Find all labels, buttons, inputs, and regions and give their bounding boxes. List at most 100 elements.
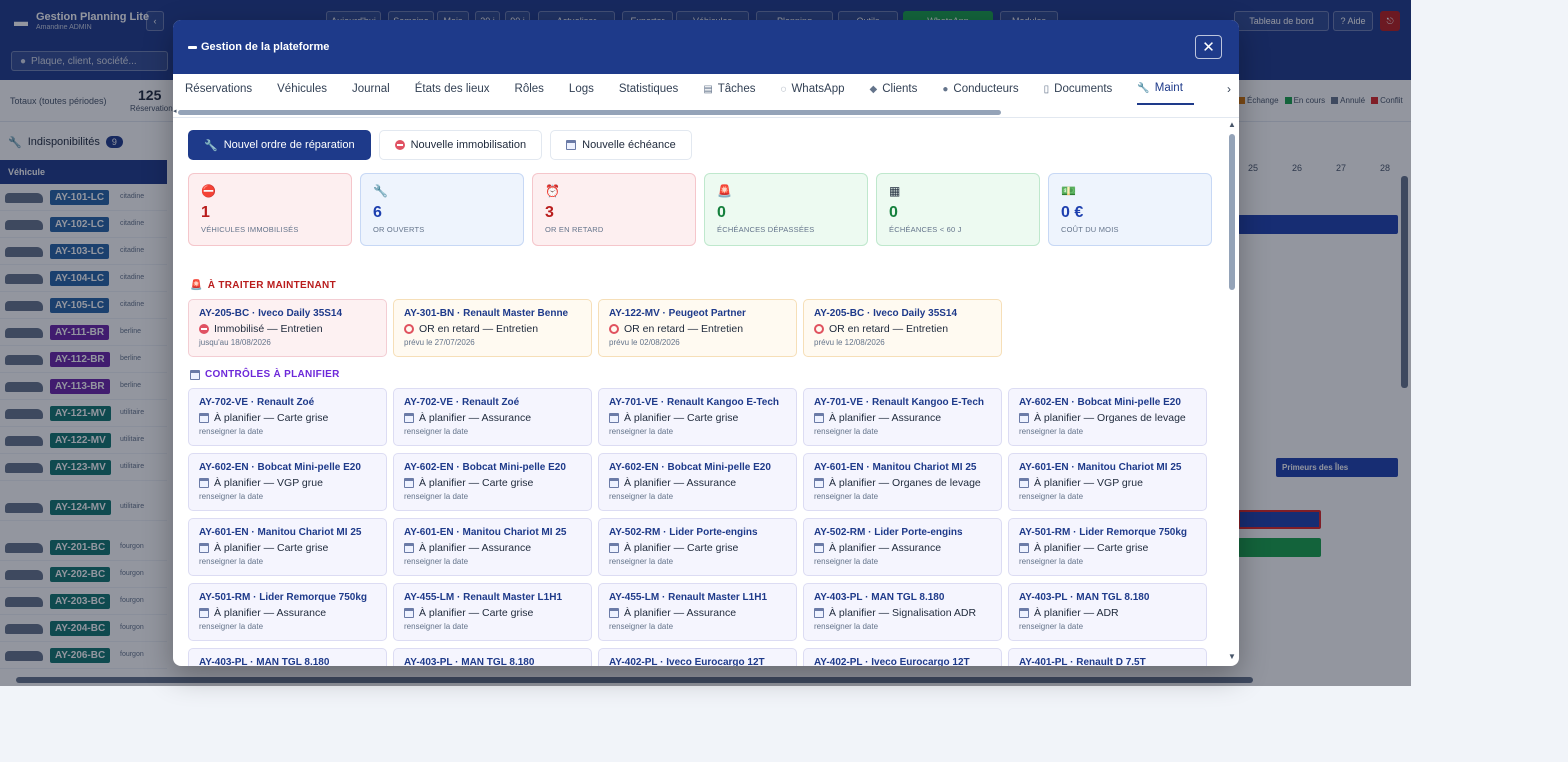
wrench-icon: 🔧 xyxy=(373,184,388,198)
stat-value: 0 xyxy=(889,204,898,221)
card-note: renseigner la date xyxy=(199,492,264,501)
tab-t-ches[interactable]: ▤ Tâches xyxy=(703,82,766,105)
maintenance-card[interactable]: AY-301-BN · Renault Master Benne OR en re… xyxy=(393,299,592,357)
modal-header: Gestion de la plateforme ✕ xyxy=(173,20,1239,74)
maintenance-card[interactable]: AY-403-PL · MAN TGL 8.180À planifier — A… xyxy=(393,648,592,666)
maintenance-card[interactable]: AY-602-EN · Bobcat Mini-pelle E20 À plani… xyxy=(188,453,387,511)
close-button[interactable]: ✕ xyxy=(1195,35,1222,59)
scroll-down-icon[interactable]: ▼ xyxy=(1228,652,1236,661)
card-title: AY-301-BN · Renault Master Benne xyxy=(404,308,569,319)
card-title: AY-402-PL · Iveco Eurocargo 12T xyxy=(609,657,765,666)
maintenance-card[interactable]: AY-602-EN · Bobcat Mini-pelle E20 À plani… xyxy=(598,453,797,511)
card-status: À planifier — Assurance xyxy=(404,542,581,554)
tab-v-hicules[interactable]: Véhicules xyxy=(277,82,338,105)
maintenance-card[interactable]: AY-402-PL · Iveco Eurocargo 12TÀ planifi… xyxy=(598,648,797,666)
card-status-text: À planifier — Carte grise xyxy=(624,542,739,554)
new-deadline-button[interactable]: Nouvelle échéance xyxy=(550,130,692,160)
tab-documents[interactable]: ▯ Documents xyxy=(1044,82,1124,105)
maintenance-card[interactable]: AY-502-RM · Lider Porte-engins À planifie… xyxy=(803,518,1002,576)
maintenance-card[interactable]: AY-402-PL · Iveco Eurocargo 12TÀ planifi… xyxy=(803,648,1002,666)
maintenance-card[interactable]: AY-501-RM · Lider Remorque 750kg À planif… xyxy=(1008,518,1207,576)
calendar-icon xyxy=(609,478,619,488)
stat-card: 💵 0 € Coût du mois xyxy=(1048,173,1212,246)
tab-whatsapp[interactable]: ◌ WhatsApp xyxy=(780,82,855,105)
maintenance-card[interactable]: AY-403-PL · MAN TGL 8.180À planifier — C… xyxy=(188,648,387,666)
maintenance-card[interactable]: AY-455-LM · Renault Master L1H1 À planifi… xyxy=(598,583,797,641)
tab-r-les[interactable]: Rôles xyxy=(515,82,555,105)
siren-icon: 🚨 xyxy=(190,280,203,291)
card-status-text: À planifier — Carte grise xyxy=(624,412,739,424)
card-status: À planifier — ADR xyxy=(1019,607,1196,619)
siren-icon: 🚨 xyxy=(717,184,732,198)
tab-statistiques[interactable]: Statistiques xyxy=(619,82,689,105)
card-title: AY-402-PL · Iveco Eurocargo 12T xyxy=(814,657,970,666)
maintenance-card[interactable]: AY-502-RM · Lider Porte-engins À planifie… xyxy=(598,518,797,576)
tab--tats-des-lieux[interactable]: États des lieux xyxy=(415,82,501,105)
new-immobilisation-button[interactable]: Nouvelle immobilisation xyxy=(378,130,543,160)
card-title: AY-455-LM · Renault Master L1H1 xyxy=(609,592,768,603)
maintenance-card[interactable]: AY-701-VE · Renault Kangoo E-Tech À plani… xyxy=(803,388,1002,446)
scroll-up-icon[interactable]: ▲ xyxy=(1228,120,1236,129)
maintenance-card[interactable]: AY-122-MV · Peugeot Partner OR en retard … xyxy=(598,299,797,357)
modal-scrollbar[interactable]: ▲ ▼ xyxy=(1227,118,1237,666)
tab-scroll-right[interactable]: › xyxy=(1227,82,1239,96)
maintenance-card[interactable]: AY-401-PL · Renault D 7.5TÀ planifier — … xyxy=(1008,648,1207,666)
maintenance-card[interactable]: AY-403-PL · MAN TGL 8.180 À planifier — S… xyxy=(803,583,1002,641)
tab-conducteurs[interactable]: ● Conducteurs xyxy=(942,82,1029,105)
maintenance-card[interactable]: AY-601-EN · Manitou Chariot MI 25 À plani… xyxy=(1008,453,1207,511)
card-title: AY-205-BC · Iveco Daily 35S14 xyxy=(814,308,958,319)
card-title: AY-455-LM · Renault Master L1H1 xyxy=(404,592,563,603)
calendar-icon xyxy=(199,608,209,618)
chevron-right-icon: › xyxy=(1227,82,1231,96)
tab-label: Tâches xyxy=(717,83,756,95)
new-repair-order-button[interactable]: 🔧 Nouvel ordre de réparation xyxy=(188,130,371,160)
stat-label: Échéances dépassées xyxy=(717,225,815,234)
card-status: À planifier — Organes de levage xyxy=(1019,412,1196,424)
stat-value: 0 € xyxy=(1061,204,1084,221)
card-status: À planifier — Assurance xyxy=(609,607,786,619)
maintenance-card[interactable]: AY-455-LM · Renault Master L1H1 À planifi… xyxy=(393,583,592,641)
card-status: À planifier — Assurance xyxy=(404,412,581,424)
card-note: renseigner la date xyxy=(814,492,879,501)
card-status: À planifier — Carte grise xyxy=(609,412,786,424)
tab-clients[interactable]: ◆ Clients xyxy=(870,82,929,105)
new-repair-order-label: Nouvel ordre de réparation xyxy=(223,139,355,151)
card-title: AY-502-RM · Lider Porte-engins xyxy=(814,527,963,538)
card-note: renseigner la date xyxy=(199,622,264,631)
card-title: AY-403-PL · MAN TGL 8.180 xyxy=(1019,592,1150,603)
maintenance-card[interactable]: AY-403-PL · MAN TGL 8.180 À planifier — A… xyxy=(1008,583,1207,641)
tab-label: Journal xyxy=(352,83,390,95)
stat-value: 1 xyxy=(201,204,210,221)
maintenance-card[interactable]: AY-601-EN · Manitou Chariot MI 25 À plani… xyxy=(188,518,387,576)
card-note: renseigner la date xyxy=(199,557,264,566)
calendar-icon xyxy=(814,543,824,553)
card-status: À planifier — VGP grue xyxy=(199,477,376,489)
card-status-text: À planifier — Carte grise xyxy=(419,477,534,489)
maintenance-card[interactable]: AY-701-VE · Renault Kangoo E-Tech À plani… xyxy=(598,388,797,446)
maintenance-card[interactable]: AY-702-VE · Renault Zoé À planifier — Ass… xyxy=(393,388,592,446)
card-status: À planifier — Carte grise xyxy=(199,542,376,554)
card-status: À planifier — VGP grue xyxy=(1019,477,1196,489)
card-note: renseigner la date xyxy=(404,492,469,501)
tab-scrollbar[interactable] xyxy=(178,110,1001,115)
maintenance-card[interactable]: AY-702-VE · Renault Zoé À planifier — Car… xyxy=(188,388,387,446)
tab-maint[interactable]: 🔧 Maint xyxy=(1137,82,1194,105)
maintenance-card[interactable]: AY-601-EN · Manitou Chariot MI 25 À plani… xyxy=(803,453,1002,511)
modal-scrollbar-thumb[interactable] xyxy=(1229,134,1235,290)
calendar-icon xyxy=(199,413,209,423)
tab-label: WhatsApp xyxy=(791,83,845,95)
new-immobilisation-label: Nouvelle immobilisation xyxy=(410,139,527,151)
tab-journal[interactable]: Journal xyxy=(352,82,401,105)
chevron-left-icon[interactable]: ◂ xyxy=(173,107,177,115)
maintenance-card[interactable]: AY-205-BC · Iveco Daily 35S14 OR en retar… xyxy=(803,299,1002,357)
card-status: À planifier — Carte grise xyxy=(404,607,581,619)
tab-logs[interactable]: Logs xyxy=(569,82,605,105)
maintenance-card[interactable]: AY-602-EN · Bobcat Mini-pelle E20 À plani… xyxy=(1008,388,1207,446)
maintenance-card[interactable]: AY-501-RM · Lider Remorque 750kg À planif… xyxy=(188,583,387,641)
tab-r-servations[interactable]: Réservations xyxy=(185,82,263,105)
card-title: AY-702-VE · Renault Zoé xyxy=(199,397,315,408)
card-title: AY-122-MV · Peugeot Partner xyxy=(609,308,746,319)
maintenance-card[interactable]: AY-205-BC · Iveco Daily 35S14 Immobilisé … xyxy=(188,299,387,357)
maintenance-card[interactable]: AY-601-EN · Manitou Chariot MI 25 À plani… xyxy=(393,518,592,576)
maintenance-card[interactable]: AY-602-EN · Bobcat Mini-pelle E20 À plani… xyxy=(393,453,592,511)
